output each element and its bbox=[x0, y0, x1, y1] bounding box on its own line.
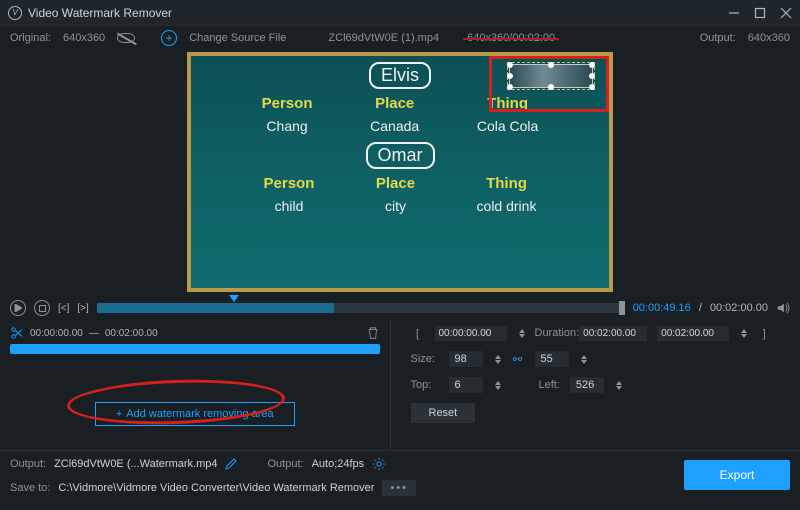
plus-icon: + bbox=[116, 408, 122, 420]
clip-track[interactable] bbox=[10, 344, 380, 354]
source-dims-time: 640x360/00:02:00 bbox=[467, 32, 555, 44]
resize-handle[interactable] bbox=[507, 84, 513, 90]
duration-field[interactable]: 00:02:00.00 bbox=[579, 326, 647, 341]
add-source-icon[interactable]: + bbox=[161, 30, 177, 46]
resize-handle[interactable] bbox=[589, 62, 595, 68]
reset-button[interactable]: Reset bbox=[411, 403, 476, 423]
spinner[interactable] bbox=[495, 381, 501, 390]
saveto-path: C:\Vidmore\Vidmore Video Converter\Video… bbox=[58, 482, 374, 494]
close-button[interactable] bbox=[780, 7, 792, 19]
preview-visibility-icon[interactable] bbox=[117, 33, 135, 43]
spinner[interactable] bbox=[741, 329, 747, 338]
window-controls bbox=[728, 7, 792, 19]
resize-handle[interactable] bbox=[507, 62, 513, 68]
export-button[interactable]: Export bbox=[684, 460, 790, 490]
minimize-button[interactable] bbox=[728, 7, 740, 19]
timeline-scrubber[interactable] bbox=[97, 303, 625, 313]
params-panel: [ 00:00:00.00 Duration:00:02:00.00 00:02… bbox=[390, 320, 800, 450]
play-button[interactable] bbox=[10, 300, 26, 316]
link-aspect-icon[interactable]: ⚯ bbox=[511, 353, 525, 366]
time-start-field[interactable]: 00:00:00.00 bbox=[435, 326, 507, 341]
next-frame-button[interactable]: [>] bbox=[77, 303, 88, 314]
left-field[interactable]: 526 bbox=[570, 377, 604, 393]
output-dims: 640x360 bbox=[748, 32, 790, 44]
app-logo-icon bbox=[8, 6, 22, 20]
spinner[interactable] bbox=[581, 355, 587, 364]
output-format-value: Auto;24fps bbox=[312, 458, 365, 470]
clip-sep: — bbox=[89, 328, 99, 339]
resize-handle[interactable] bbox=[548, 62, 554, 68]
bracket-in-icon[interactable]: [ bbox=[411, 327, 425, 341]
size-label: Size: bbox=[411, 353, 439, 365]
source-filename: ZCl69dVtW0E (1).mp4 bbox=[328, 32, 439, 44]
top-label: Top: bbox=[411, 379, 439, 391]
prev-frame-button[interactable]: [<] bbox=[58, 303, 69, 314]
spinner[interactable] bbox=[495, 355, 501, 364]
spinner[interactable] bbox=[519, 329, 525, 338]
stop-button[interactable] bbox=[34, 300, 50, 316]
titlebar: Video Watermark Remover bbox=[0, 0, 800, 26]
col-header: Place bbox=[375, 95, 414, 112]
timeline-end-handle[interactable] bbox=[619, 301, 625, 315]
clip-end: 00:02:00.00 bbox=[105, 328, 158, 339]
size-height-field[interactable]: 55 bbox=[535, 351, 569, 367]
footer: Output: ZCl69dVtW0E (...Watermark.mp4 Ou… bbox=[0, 450, 800, 499]
trash-icon[interactable] bbox=[366, 326, 380, 340]
transport-bar: [<] [>] 00:00:49.16 / 00:02:00.00 bbox=[0, 296, 800, 320]
preview-name-1: Elvis bbox=[369, 62, 431, 89]
source-bar: Original: 640x360 + Change Source File Z… bbox=[0, 26, 800, 50]
current-time: 00:00:49.16 bbox=[633, 302, 691, 314]
col-value: Canada bbox=[370, 118, 419, 134]
output-format-label: Output: bbox=[267, 458, 303, 470]
output-label: Output: bbox=[700, 32, 736, 44]
output-file-label: Output: bbox=[10, 458, 46, 470]
time-end-field[interactable]: 00:02:00.00 bbox=[657, 326, 729, 341]
size-width-field[interactable]: 98 bbox=[449, 351, 483, 367]
clip-panel: 00:00:00.00 — 00:02:00.00 + Add watermar… bbox=[0, 320, 390, 450]
resize-handle[interactable] bbox=[548, 84, 554, 90]
clip-start: 00:00:00.00 bbox=[30, 328, 83, 339]
maximize-button[interactable] bbox=[754, 7, 766, 19]
add-button-label: Add watermark removing area bbox=[126, 408, 273, 420]
playhead-icon[interactable] bbox=[229, 295, 239, 302]
resize-handle[interactable] bbox=[507, 73, 513, 79]
scissors-icon[interactable] bbox=[10, 326, 24, 340]
time-sep: / bbox=[699, 302, 702, 314]
original-dims: 640x360 bbox=[63, 32, 105, 44]
video-preview[interactable]: Elvis Person Chang Place Canada Thing Cola … bbox=[187, 52, 613, 292]
duration-label: Duration: bbox=[535, 327, 580, 339]
volume-icon[interactable] bbox=[776, 301, 790, 315]
add-watermark-area-button[interactable]: + Add watermark removing area bbox=[95, 402, 295, 426]
col-value: city bbox=[385, 198, 406, 214]
col-header: Place bbox=[376, 175, 415, 192]
resize-handle[interactable] bbox=[589, 73, 595, 79]
saveto-label: Save to: bbox=[10, 482, 50, 494]
left-label: Left: bbox=[539, 379, 560, 391]
col-header: Person bbox=[264, 175, 315, 192]
browse-button[interactable]: ••• bbox=[382, 480, 416, 496]
col-value: Chang bbox=[266, 118, 307, 134]
col-header: Person bbox=[262, 95, 313, 112]
edit-output-icon[interactable] bbox=[225, 458, 237, 470]
col-value: child bbox=[275, 198, 304, 214]
export-label: Export bbox=[720, 468, 755, 482]
output-file-value: ZCl69dVtW0E (...Watermark.mp4 bbox=[54, 458, 217, 470]
preview-name-2: Omar bbox=[366, 142, 435, 169]
settings-icon[interactable] bbox=[372, 457, 386, 471]
col-value: Cola Cola bbox=[477, 118, 538, 134]
top-field[interactable]: 6 bbox=[449, 377, 483, 393]
watermark-selection-box[interactable] bbox=[509, 64, 593, 88]
spinner[interactable] bbox=[616, 381, 622, 390]
bracket-out-icon[interactable]: ] bbox=[757, 327, 771, 341]
original-label: Original: bbox=[10, 32, 51, 44]
total-time: 00:02:00.00 bbox=[710, 302, 768, 314]
col-header: Thing bbox=[486, 175, 527, 192]
resize-handle[interactable] bbox=[589, 84, 595, 90]
change-source-link[interactable]: Change Source File bbox=[189, 32, 286, 44]
app-title: Video Watermark Remover bbox=[28, 6, 728, 20]
col-header: Thing bbox=[487, 95, 528, 112]
col-value: cold drink bbox=[477, 198, 537, 214]
